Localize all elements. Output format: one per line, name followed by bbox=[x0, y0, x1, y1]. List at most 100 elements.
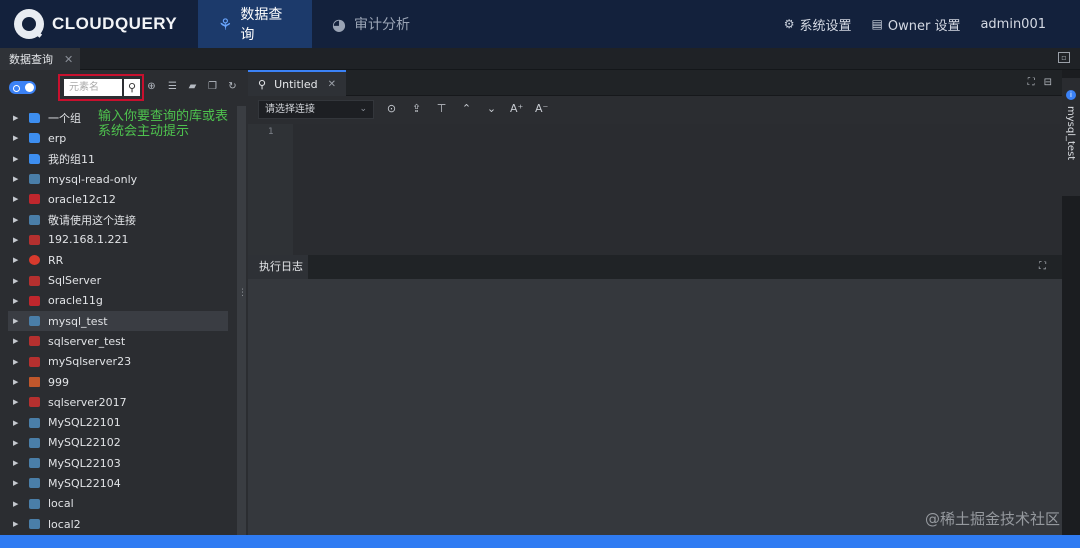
tab-execution-log[interactable]: 执行日志 bbox=[248, 255, 308, 279]
tree-item[interactable]: ▶ MySQL22103 bbox=[8, 453, 228, 473]
tree-item-label: 一个组 bbox=[48, 112, 81, 126]
sql-editor[interactable]: 1 bbox=[248, 124, 1062, 255]
tree-item[interactable]: ▶ SqlServer bbox=[8, 270, 228, 290]
editor-tab-untitled[interactable]: ⚲ Untitled ✕ bbox=[248, 70, 346, 96]
caret-right-icon[interactable]: ▶ bbox=[13, 479, 23, 487]
font-increase-icon[interactable]: A⁺ bbox=[510, 102, 523, 115]
folder-icon bbox=[29, 133, 40, 144]
font-decrease-icon[interactable]: A⁻ bbox=[535, 102, 548, 115]
format-brush-icon[interactable]: ⊤ bbox=[435, 102, 448, 115]
rail-tab-connection[interactable]: i mysql_test bbox=[1062, 78, 1080, 196]
caret-right-icon[interactable]: ▶ bbox=[13, 520, 23, 528]
tree-item[interactable]: ▶ RR bbox=[8, 250, 228, 270]
tree-item-label: local bbox=[48, 497, 74, 511]
sqlserver-icon bbox=[29, 336, 40, 347]
caret-right-icon[interactable]: ▶ bbox=[13, 358, 23, 366]
caret-right-icon[interactable]: ▶ bbox=[13, 500, 23, 508]
tree-item[interactable]: ▶ local bbox=[8, 494, 228, 514]
tree-item[interactable]: ▶ 敬请使用这个连接 bbox=[8, 209, 228, 229]
copy-icon[interactable]: ❐ bbox=[207, 81, 218, 92]
close-icon[interactable]: ✕ bbox=[64, 53, 73, 66]
editor-toolbar: 请选择连接 ⌄ ⊙ ⇪ ⊤ ⌃ ⌄ A⁺ A⁻ bbox=[248, 96, 1062, 124]
list-icon[interactable]: ☰ bbox=[167, 81, 178, 92]
upload-icon[interactable]: ⇪ bbox=[410, 102, 423, 115]
editor-tab-actions: ⛶ ⊟ bbox=[1028, 77, 1052, 88]
nav-tab-data-query[interactable]: ⚘ 数据查询 bbox=[198, 0, 312, 48]
caret-right-icon[interactable]: ▶ bbox=[13, 277, 23, 285]
log-panel-header: 执行日志 ⛶ bbox=[248, 255, 1062, 279]
fullscreen-icon[interactable]: ⛶ bbox=[1039, 261, 1046, 272]
tree-item-label: sqlserver_test bbox=[48, 334, 126, 348]
view-toggle[interactable] bbox=[9, 81, 36, 94]
code-input-area[interactable] bbox=[293, 124, 1062, 255]
tree-item[interactable]: ▶ mysql_test bbox=[8, 310, 228, 332]
tree-item[interactable]: ▶ local2 bbox=[8, 514, 228, 534]
search-input[interactable] bbox=[64, 79, 122, 96]
caret-right-icon[interactable]: ▶ bbox=[13, 459, 23, 467]
tree-item-label: SqlServer bbox=[48, 274, 102, 288]
refresh-icon[interactable]: ↻ bbox=[227, 81, 238, 92]
add-connection-icon[interactable]: ⊕ bbox=[146, 81, 157, 92]
collapse-up-icon[interactable]: ⌃ bbox=[460, 102, 473, 115]
owner-settings-label: Owner 设置 bbox=[887, 18, 961, 34]
cloudquery-logo-icon bbox=[14, 9, 44, 39]
annotation-line-2: 系统会主动提示 bbox=[98, 124, 190, 139]
caret-right-icon[interactable]: ▶ bbox=[13, 114, 23, 122]
user-menu[interactable]: admin001 bbox=[980, 17, 1046, 32]
tree-item[interactable]: ▶ oracle11g bbox=[8, 291, 228, 311]
tree-item[interactable]: ▶ 999 bbox=[8, 372, 228, 392]
network-icon: ⚘ bbox=[218, 14, 233, 34]
brand[interactable]: CLOUDQUERY bbox=[0, 0, 198, 48]
tree-item[interactable]: ▶ sqlserver2017 bbox=[8, 392, 228, 412]
tree-item[interactable]: ▶ sqlserver_test bbox=[8, 331, 228, 351]
close-icon[interactable]: ✕ bbox=[328, 79, 336, 90]
tree-item-label: 192.168.1.221 bbox=[48, 233, 129, 247]
mysql-icon bbox=[29, 437, 40, 448]
tree-item[interactable]: ▶ MySQL22101 bbox=[8, 412, 228, 432]
caret-right-icon[interactable]: ▶ bbox=[13, 216, 23, 224]
caret-right-icon[interactable]: ▶ bbox=[13, 398, 23, 406]
doc-tab-data-query[interactable]: 数据查询 ✕ bbox=[0, 48, 80, 70]
caret-right-icon[interactable]: ▶ bbox=[13, 155, 23, 163]
tree-item-label: MySQL22104 bbox=[48, 476, 121, 490]
caret-right-icon[interactable]: ▶ bbox=[13, 439, 23, 447]
search-icon[interactable]: ⚲ bbox=[124, 79, 140, 96]
caret-right-icon[interactable]: ▶ bbox=[13, 175, 23, 183]
tree-item[interactable]: ▶ 192.168.1.221 bbox=[8, 230, 228, 250]
caret-right-icon[interactable]: ▶ bbox=[13, 236, 23, 244]
caret-right-icon[interactable]: ▶ bbox=[13, 317, 23, 325]
brand-name: CLOUDQUERY bbox=[52, 14, 178, 33]
system-settings-link[interactable]: ⚙ 系统设置 bbox=[784, 15, 852, 34]
fullscreen-icon[interactable]: ⛶ bbox=[1028, 77, 1035, 88]
caret-right-icon[interactable]: ▶ bbox=[13, 134, 23, 142]
username: admin001 bbox=[980, 16, 1046, 32]
tree-item[interactable]: ▶ MySQL22102 bbox=[8, 433, 228, 453]
pie-chart-icon: ◕ bbox=[332, 14, 346, 34]
caret-right-icon[interactable]: ▶ bbox=[13, 378, 23, 386]
tree-item[interactable]: ▶ mysql-read-only bbox=[8, 169, 228, 189]
caret-right-icon[interactable]: ▶ bbox=[13, 256, 23, 264]
sidebar-scrollbar[interactable] bbox=[237, 106, 246, 535]
expand-down-icon[interactable]: ⌄ bbox=[485, 102, 498, 115]
connection-select[interactable]: 请选择连接 ⌄ bbox=[258, 100, 374, 119]
caret-right-icon[interactable]: ▶ bbox=[13, 337, 23, 345]
caret-right-icon[interactable]: ▶ bbox=[13, 419, 23, 427]
restore-window-icon[interactable]: ⊟ bbox=[1044, 77, 1052, 88]
restore-window-icon[interactable]: ▫ bbox=[1058, 52, 1070, 63]
caret-right-icon[interactable]: ▶ bbox=[13, 297, 23, 305]
drag-handle-icon[interactable]: ⋮ bbox=[238, 288, 247, 298]
tree-item-label: MySQL22103 bbox=[48, 456, 121, 470]
tree-item-label: 我的组11 bbox=[48, 152, 95, 166]
caret-right-icon[interactable]: ▶ bbox=[13, 195, 23, 203]
owner-settings-link[interactable]: ▤ Owner 设置 bbox=[872, 15, 961, 34]
tree-item[interactable]: ▶ oracle12c12 bbox=[8, 189, 228, 209]
tree-item[interactable]: ▶ mySqlserver23 bbox=[8, 352, 228, 372]
nav-tab-label: 数据查询 bbox=[240, 7, 283, 43]
run-icon[interactable]: ⊙ bbox=[385, 102, 398, 115]
connection-select-value: 请选择连接 bbox=[265, 104, 315, 115]
nav-tab-audit[interactable]: ◕ 审计分析 bbox=[312, 0, 430, 48]
connection-tree: ▶ 一个组 ▶ erp ▶ 我的组11 ▶ mysql-read-only ▶ oracle12c… bbox=[8, 108, 228, 534]
folder-icon[interactable]: ▰ bbox=[187, 81, 198, 92]
tree-item[interactable]: ▶ MySQL22104 bbox=[8, 473, 228, 493]
tree-item[interactable]: ▶ 我的组11 bbox=[8, 149, 228, 169]
